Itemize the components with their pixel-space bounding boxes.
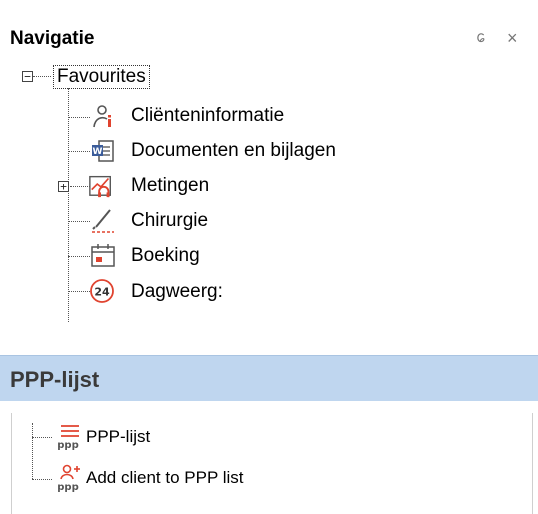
- word-document-icon: W: [92, 140, 114, 162]
- scalpel-icon: [92, 209, 114, 233]
- pin-icon[interactable]: ᩮ: [476, 30, 485, 46]
- tree-item-chirurgie[interactable]: Chirurgie: [131, 210, 208, 232]
- ppp-section-header[interactable]: PPP-lijst: [0, 355, 538, 401]
- svg-text:ppp: ppp: [57, 440, 78, 451]
- panel-title: Navigatie: [10, 28, 95, 49]
- tree-item-boeking[interactable]: Boeking: [131, 245, 200, 267]
- measurements-chart-icon: [89, 175, 111, 198]
- svg-text:24: 24: [94, 286, 110, 299]
- ppp-section-body: ppp PPP-lijst ppp Add client to PPP list: [11, 413, 533, 514]
- tree-root-favourites[interactable]: Favourites: [53, 65, 150, 89]
- navigation-panel-header: Navigatie ᩮ ×: [0, 8, 538, 58]
- svg-text:W: W: [93, 147, 103, 157]
- add-client-to-ppp-item[interactable]: Add client to PPP list: [86, 468, 244, 488]
- root-collapse-toggle[interactable]: −: [22, 71, 33, 82]
- tree-item-clienteninformatie[interactable]: Cliënteninformatie: [131, 105, 284, 127]
- close-icon[interactable]: ×: [507, 29, 518, 47]
- ppp-list-item[interactable]: PPP-lijst: [86, 427, 150, 447]
- tree-item-metingen[interactable]: Metingen: [131, 175, 209, 197]
- 24h-clock-icon: 24: [90, 279, 114, 303]
- metingen-expand-toggle[interactable]: +: [58, 181, 69, 192]
- tree-item-dagweergave[interactable]: Dagweerg:: [131, 281, 223, 303]
- svg-text:ppp: ppp: [57, 482, 78, 493]
- calendar-icon: [91, 244, 115, 267]
- tree-item-documenten[interactable]: Documenten en bijlagen: [131, 140, 336, 162]
- ppp-list-icon: ppp: [57, 425, 79, 451]
- ppp-section-title: PPP-lijst: [10, 367, 100, 392]
- client-info-icon: [93, 105, 111, 128]
- ppp-add-client-icon: ppp: [57, 464, 80, 493]
